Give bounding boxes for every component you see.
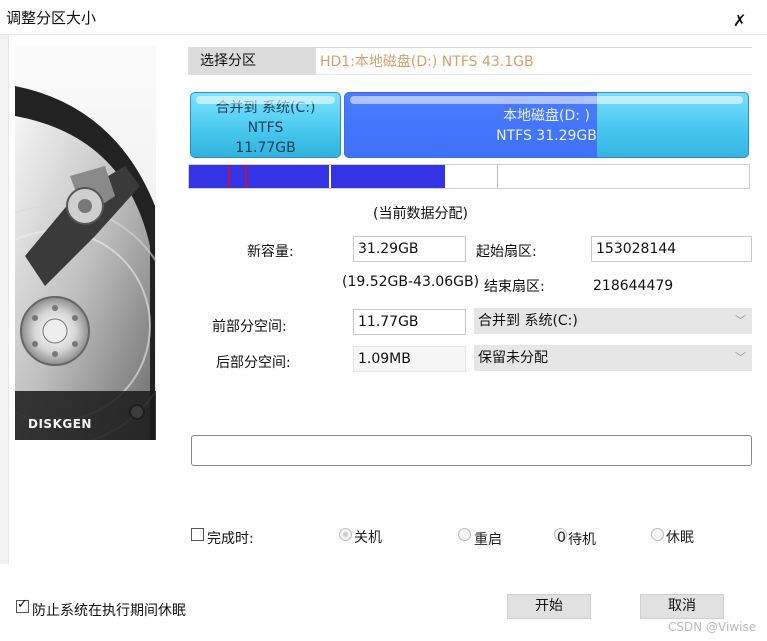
chevron-down-icon: ﹀: [735, 314, 746, 327]
allocation-section-title: (当前数据分配): [373, 206, 468, 222]
hard-disk-illustration: [15, 86, 156, 440]
capacity-range-hint: (19.52GB-43.06GB): [342, 274, 480, 290]
start-button[interactable]: 开始: [507, 594, 591, 619]
prevent-sleep-checkbox[interactable]: ✓: [16, 597, 29, 613]
title-divider: [0, 34, 767, 35]
watermark: CSDN @Viwise: [668, 620, 757, 634]
check-icon: ✓: [17, 597, 28, 612]
front-space-select[interactable]: 合并到 系统(C:) ﹀: [474, 308, 752, 334]
window-left-edge: [0, 34, 9, 564]
new-capacity-label: 新容量:: [247, 244, 294, 260]
close-icon[interactable]: ✗: [733, 11, 746, 30]
partition-c-size: 11.77GB: [235, 140, 296, 156]
partition-c-gloss: [196, 96, 335, 104]
back-space-value: 1.09MB: [353, 346, 466, 372]
radio-standby-label: 待机: [568, 532, 596, 548]
end-sector-label: 结束扇区:: [484, 279, 545, 295]
map-separator: [497, 165, 498, 188]
on-complete-checkbox[interactable]: [191, 528, 204, 541]
select-partition-label: 选择分区: [188, 47, 316, 75]
hard-disk-image: [15, 46, 156, 440]
progress-bar: [191, 435, 752, 466]
prevent-sleep-label: 防止系统在执行期间休眠: [32, 603, 186, 619]
back-space-select-value: 保留未分配: [478, 350, 548, 366]
partition-c-fs: NTFS: [247, 120, 284, 136]
chevron-down-icon: ﹀: [735, 351, 746, 364]
radio-hibernate-label: 休眠: [666, 530, 694, 546]
back-space-label: 后部分空间:: [216, 355, 291, 371]
map-segment-c-used: [189, 165, 329, 188]
partition-d-name: 本地磁盘(D: ): [503, 108, 590, 124]
radio-restart-label: 重启: [474, 532, 502, 548]
front-space-select-value: 合并到 系统(C:): [478, 313, 578, 329]
radio-shutdown-label: 关机: [354, 530, 382, 546]
radio-shutdown[interactable]: [339, 528, 352, 541]
disk-brand-label: DISKGEN: [28, 417, 92, 431]
partition-d-fs: NTFS 31.29GB: [496, 128, 597, 144]
end-sector-value: 218644479: [593, 278, 674, 294]
radio-standby-prefix: 0: [557, 530, 566, 546]
on-complete-label: 完成时:: [207, 531, 254, 547]
select-partition-value[interactable]: HD1:本地磁盘(D:) NTFS 43.1GB: [316, 47, 752, 75]
front-space-input[interactable]: [353, 309, 466, 335]
front-space-label: 前部分空间:: [212, 319, 287, 335]
back-space-select[interactable]: 保留未分配 ﹀: [474, 345, 752, 371]
cancel-button[interactable]: 取消: [640, 594, 724, 619]
map-marker: [245, 165, 247, 188]
radio-hibernate[interactable]: [651, 528, 664, 541]
window-title: 调整分区大小: [6, 9, 97, 27]
new-capacity-input[interactable]: [353, 236, 466, 262]
map-marker: [228, 165, 230, 188]
partition-d-text: 本地磁盘(D: ) NTFS 31.29GB: [344, 92, 749, 158]
map-segment-d-used: [331, 165, 445, 188]
radio-restart[interactable]: [458, 528, 471, 541]
start-sector-label: 起始扇区:: [476, 244, 537, 260]
start-sector-input[interactable]: [591, 236, 752, 262]
